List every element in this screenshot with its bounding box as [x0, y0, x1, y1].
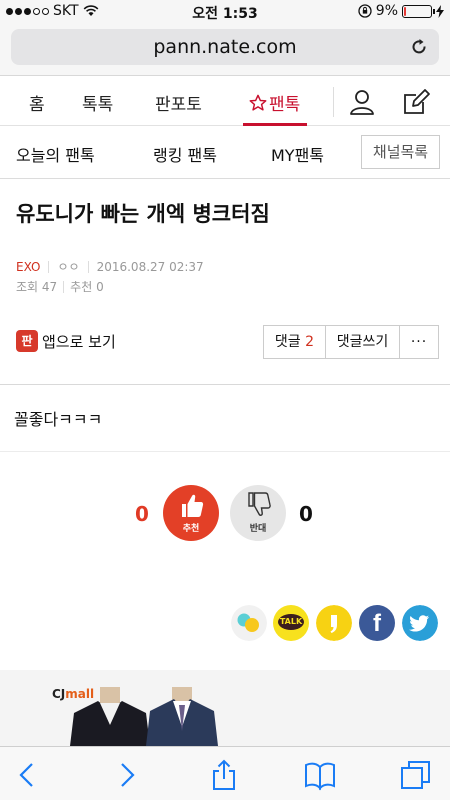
battery-icon [402, 4, 435, 18]
twitter-share-icon[interactable] [402, 605, 438, 641]
status-bar: SKT 오전 1:53 9% [0, 0, 450, 24]
thumbs-up-icon [182, 494, 204, 517]
facebook-share-icon[interactable]: f [359, 605, 395, 641]
charging-bolt-icon [436, 4, 444, 18]
more-button[interactable]: ··· [400, 326, 438, 358]
nav-panphoto[interactable]: 판포토 [155, 90, 202, 115]
meta-divider [63, 280, 65, 293]
subnav-today[interactable]: 오늘의 팬톡 [16, 142, 95, 166]
forward-icon[interactable] [110, 759, 142, 791]
category-link[interactable]: EXO [16, 260, 40, 274]
comments-button[interactable]: 댓글 2 [264, 326, 326, 358]
kakaostory-share-icon[interactable] [231, 605, 267, 641]
star-icon [249, 94, 267, 111]
comment-actions: 댓글 2 댓글쓰기 ··· [263, 325, 439, 359]
article-stats: 조회 47 추천 0 [16, 278, 104, 295]
thumbs-down-icon [248, 492, 271, 516]
user-icon[interactable] [347, 87, 377, 117]
oppose-button[interactable]: 반대 [230, 485, 286, 541]
meta-divider [87, 260, 89, 273]
post-date: 2016.08.27 02:37 [96, 259, 204, 274]
bookmarks-icon[interactable] [304, 759, 336, 791]
url-text: pann.nate.com [153, 36, 297, 58]
channel-list-button[interactable]: 채널목록 [361, 135, 440, 169]
back-icon[interactable] [12, 759, 44, 791]
recommend-label: 추천 [182, 524, 200, 534]
reload-icon[interactable] [409, 37, 429, 57]
article-meta: EXO ㅇㅇ 2016.08.27 02:37 [16, 258, 204, 275]
kakao-channel-share-icon[interactable] [316, 605, 352, 641]
battery-percent: 9% [375, 3, 398, 19]
write-icon[interactable] [401, 87, 431, 117]
subnav-ranking[interactable]: 랭킹 팬톡 [153, 142, 217, 166]
nav-home[interactable]: 홈 [29, 90, 45, 115]
pann-app-icon: 판 [16, 330, 38, 352]
sub-nav: 오늘의 팬톡 랭킹 팬톡 MY팬톡 채널목록 [0, 127, 450, 179]
meta-divider [48, 260, 50, 273]
article-title: 유도니가 빠는 개엑 병크터짐 [16, 202, 270, 226]
nav-divider [333, 87, 334, 117]
nav-fantalk-label: 팬톡 [269, 95, 301, 115]
oppose-label: 반대 [249, 524, 267, 534]
comments-count: 2 [305, 334, 315, 350]
nav-fantalk[interactable]: 팬톡 [249, 90, 300, 115]
comments-label: 댓글 [274, 334, 301, 350]
cjmall-ad-banner[interactable]: CJmall [0, 670, 450, 746]
open-in-app-label: 앱으로 보기 [42, 332, 116, 351]
write-comment-button[interactable]: 댓글쓰기 [326, 326, 400, 358]
oppose-count: 0 [299, 502, 313, 526]
divider [0, 451, 450, 452]
url-field[interactable]: pann.nate.com [11, 29, 439, 65]
recommend-count-text: 추천 0 [70, 280, 104, 294]
article-body: 꼴좋다ㅋㅋㅋ [14, 410, 103, 429]
view-count: 조회 47 [16, 280, 58, 294]
kakaotalk-label: TALK [278, 614, 304, 630]
open-in-app-link[interactable]: 판 앱으로 보기 [16, 330, 116, 352]
suit-jacket-image [70, 687, 218, 746]
active-tab-indicator [243, 123, 307, 126]
main-nav: 홈 톡톡 판포토 팬톡 [0, 77, 450, 126]
share-icon[interactable] [208, 759, 240, 791]
divider [0, 384, 450, 385]
browser-toolbar [0, 746, 450, 800]
status-right: 9% [358, 3, 444, 19]
recommend-button[interactable]: 추천 [163, 485, 219, 541]
recommend-count: 0 [135, 502, 149, 526]
orientation-lock-icon [358, 4, 372, 18]
tabs-icon[interactable] [400, 759, 432, 791]
subnav-my[interactable]: MY팬톡 [271, 142, 324, 166]
author: ㅇㅇ [57, 260, 80, 274]
browser-address-area: pann.nate.com [0, 24, 450, 76]
nav-toktok[interactable]: 톡톡 [82, 90, 113, 115]
kakaotalk-share-icon[interactable]: TALK [273, 605, 309, 641]
